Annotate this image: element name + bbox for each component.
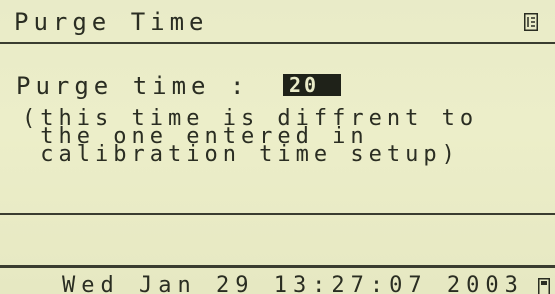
- title-bar: Purge Time: [0, 0, 555, 44]
- purge-time-input[interactable]: 20: [283, 74, 341, 96]
- note-line-3: calibration time setup): [22, 142, 460, 167]
- menu-list-icon[interactable]: [524, 13, 538, 31]
- page-title: Purge Time: [14, 8, 209, 36]
- info-note: (this time is diffrent to the one entere…: [22, 108, 542, 167]
- status-datetime: Wed Jan 29 13:27:07 2003: [62, 273, 524, 294]
- purge-time-label: Purge time :: [16, 72, 250, 100]
- status-indicator-icon: [538, 278, 550, 294]
- status-bar: Wed Jan 29 13:27:07 2003: [0, 268, 555, 294]
- divider: [0, 213, 555, 215]
- lcd-screen: Purge Time Purge time : 20 (this time is…: [0, 0, 555, 294]
